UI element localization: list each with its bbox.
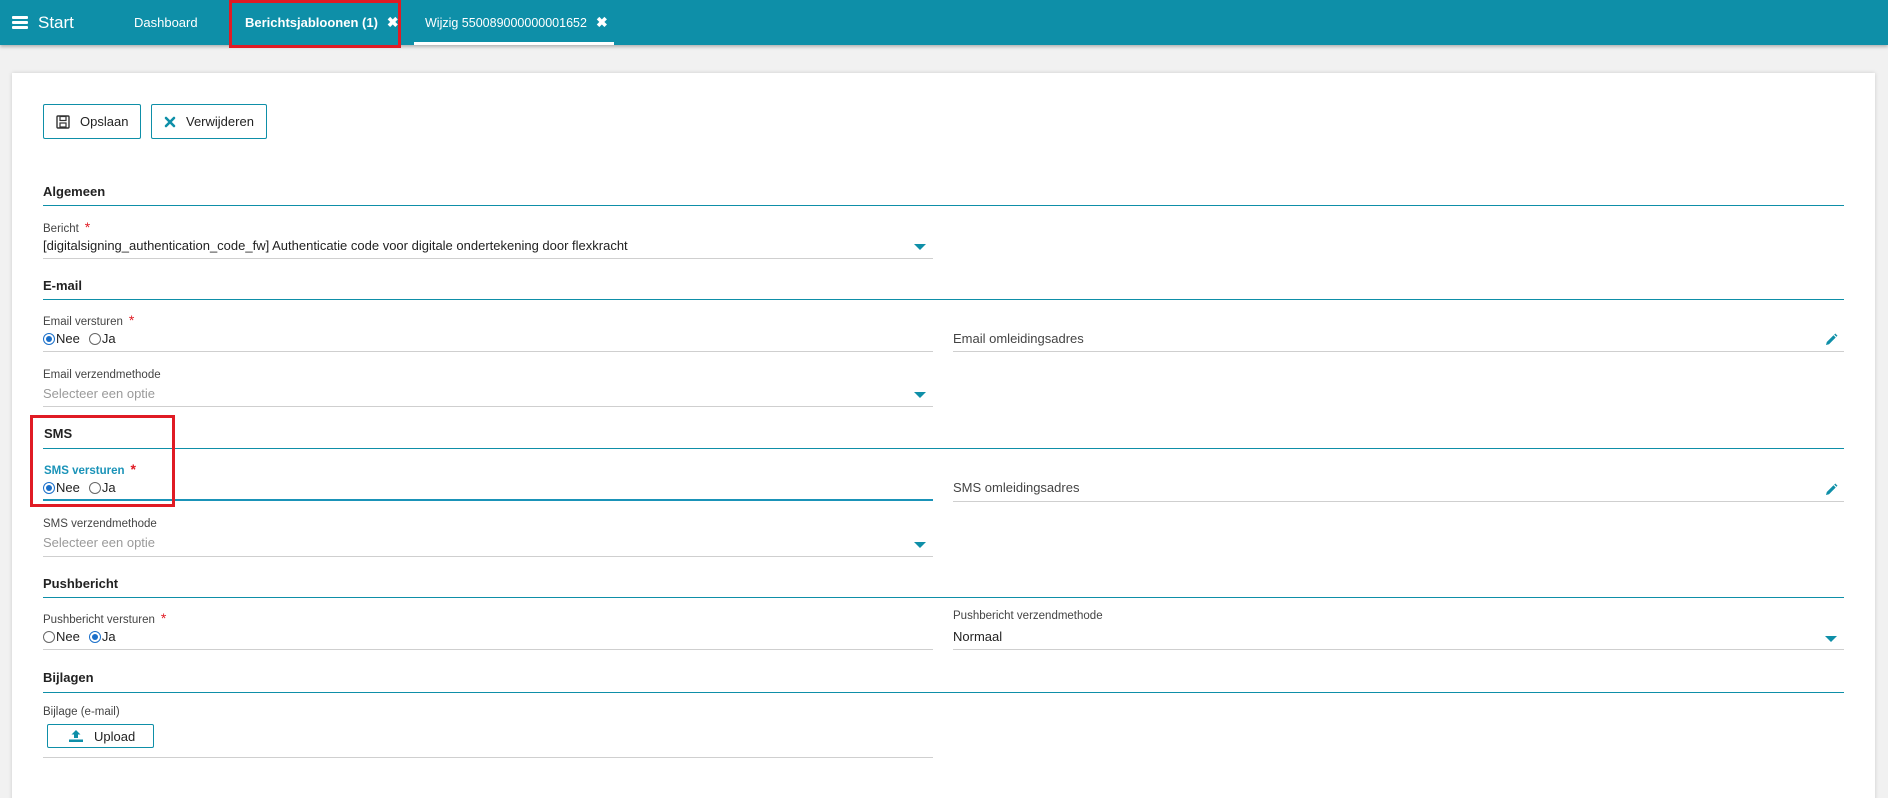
radio-button[interactable] [43, 481, 55, 494]
bijlage-label: Bijlage (e-mail) [43, 706, 120, 718]
tab-label: Dashboard [134, 15, 198, 30]
radio-button[interactable] [43, 630, 55, 643]
tab-wijzig[interactable]: Wijzig 550089000000001652 ✖ [425, 0, 608, 45]
tab-dashboard[interactable]: Dashboard [134, 0, 198, 45]
email-versturen-label: Email versturen * [43, 312, 135, 328]
push-verzendmethode-label: Pushbericht verzendmethode [953, 610, 1103, 622]
field-underline-focused [43, 499, 933, 501]
sms-verzendmethode-select[interactable]: Selecteer een optie [43, 535, 155, 550]
form-panel: Opslaan Verwijderen Algemeen Bericht * [d… [12, 73, 1875, 798]
section-divider [43, 205, 1844, 206]
bericht-select[interactable]: [digitalsigning_authentication_code_fw] … [43, 238, 628, 253]
radio-nee[interactable]: Nee [43, 331, 80, 346]
push-versturen-radio-group: Nee Ja [43, 629, 125, 644]
save-button[interactable]: Opslaan [43, 104, 142, 139]
section-title-email: E-mail [43, 278, 83, 293]
email-versturen-radio-group: Nee Ja [43, 331, 125, 346]
radio-nee[interactable]: Nee [43, 629, 80, 644]
sms-versturen-label: SMS versturen * [44, 461, 136, 477]
push-verzendmethode-select[interactable]: Normaal [953, 629, 1002, 644]
active-tab-indicator [414, 42, 614, 45]
field-underline [953, 501, 1844, 502]
section-title-algemeen: Algemeen [43, 184, 106, 199]
radio-nee[interactable]: Nee [43, 480, 80, 495]
tab-label: Wijzig 550089000000001652 [425, 15, 587, 30]
field-underline [43, 556, 933, 557]
radio-button[interactable] [88, 630, 101, 643]
section-title-sms: SMS [44, 426, 73, 441]
tab-label: Berichtsjabloonen (1) [245, 15, 378, 30]
upload-button[interactable]: Upload [47, 724, 155, 748]
section-divider [43, 299, 1844, 300]
tab-berichtsjabloonen[interactable]: Berichtsjabloonen (1) ✖ [245, 0, 399, 45]
chevron-down-icon[interactable] [914, 392, 926, 398]
sms-versturen-radio-group: Nee Ja [43, 480, 125, 495]
chevron-down-icon[interactable] [1825, 636, 1837, 642]
hamburger-icon [12, 14, 28, 31]
section-divider [43, 597, 1844, 598]
email-omleidingsadres-input[interactable]: Email omleidingsadres [953, 331, 1084, 346]
field-underline [43, 649, 933, 650]
close-icon[interactable]: ✖ [596, 14, 608, 31]
field-underline [43, 351, 933, 352]
radio-button[interactable] [88, 332, 101, 345]
close-icon[interactable]: ✖ [387, 14, 399, 31]
field-underline [953, 649, 1844, 650]
save-label: Opslaan [80, 114, 129, 129]
email-verzendmethode-select[interactable]: Selecteer een optie [43, 386, 155, 401]
x-icon [164, 116, 176, 128]
radio-button[interactable] [88, 481, 101, 494]
upload-label: Upload [94, 728, 136, 744]
sms-omleidingsadres-input[interactable]: SMS omleidingsadres [953, 480, 1079, 495]
sms-verzendmethode-label: SMS verzendmethode [43, 518, 157, 530]
chevron-down-icon[interactable] [914, 542, 926, 548]
start-menu-button[interactable]: Start [12, 0, 74, 45]
field-underline [43, 757, 933, 758]
pencil-icon[interactable] [1824, 333, 1838, 350]
email-verzendmethode-label: Email verzendmethode [43, 369, 161, 381]
radio-ja[interactable]: Ja [88, 331, 116, 346]
upload-icon [68, 729, 84, 743]
section-divider [43, 692, 1844, 693]
radio-ja[interactable]: Ja [88, 629, 116, 644]
section-title-pushbericht: Pushbericht [43, 576, 119, 591]
section-title-bijlagen: Bijlagen [43, 670, 94, 685]
radio-ja[interactable]: Ja [88, 480, 116, 495]
floppy-disk-icon [56, 114, 70, 129]
pencil-icon[interactable] [1824, 483, 1838, 500]
bericht-label: Bericht * [43, 219, 91, 235]
delete-label: Verwijderen [186, 114, 254, 129]
push-versturen-label: Pushbericht versturen * [43, 610, 167, 626]
field-underline [953, 351, 1844, 352]
field-underline [43, 258, 933, 259]
top-bar: Start Dashboard Berichtsjabloonen (1) ✖ … [0, 0, 1888, 45]
field-underline [43, 406, 933, 407]
delete-button[interactable]: Verwijderen [151, 104, 267, 139]
radio-button[interactable] [43, 332, 55, 345]
chevron-down-icon[interactable] [914, 244, 926, 250]
start-label: Start [38, 12, 74, 32]
section-divider [43, 448, 1844, 449]
